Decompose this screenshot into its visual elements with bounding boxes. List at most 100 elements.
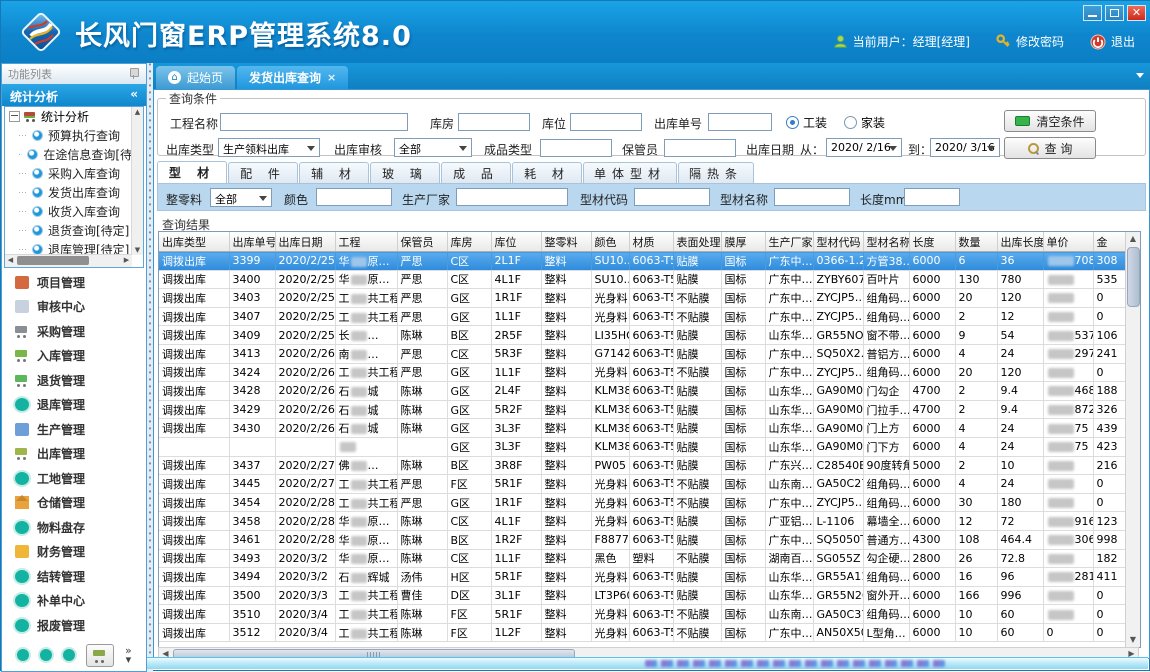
close-button[interactable] bbox=[1127, 5, 1146, 21]
column-header[interactable]: 库位 bbox=[491, 232, 541, 252]
table-row[interactable]: 调拨出库34002020/2/25华原…严思C区4L1F整料SU10…6063-… bbox=[159, 270, 1125, 289]
material-tab-隔热条[interactable]: 隔热条 bbox=[678, 162, 754, 183]
column-header[interactable]: 数量 bbox=[955, 232, 997, 252]
column-header[interactable]: 出库单号 bbox=[229, 232, 275, 252]
column-header[interactable]: 工程 bbox=[335, 232, 397, 252]
table-row[interactable]: 调拨出库34302020/2/26石城陈琳G区3L3F整料KLM38176063… bbox=[159, 419, 1125, 438]
radio-gongzhuang[interactable]: 工装 bbox=[786, 114, 827, 131]
material-tab-耗材[interactable]: 耗 材 bbox=[512, 162, 582, 183]
statistics-section-header[interactable]: 统计分析 « bbox=[2, 84, 146, 106]
sidebar-item-退货管理[interactable]: 退货管理 bbox=[3, 368, 145, 393]
warehouse-input[interactable] bbox=[458, 113, 530, 131]
radio-jiazhuang[interactable]: 家装 bbox=[844, 114, 885, 131]
table-row[interactable]: 调拨出库34032020/2/25工共工程严思G区1R1F整料光身料6063-T… bbox=[159, 289, 1125, 308]
footer-dot-icon[interactable] bbox=[63, 649, 75, 661]
column-header[interactable]: 库房 bbox=[447, 232, 491, 252]
collapse-icon[interactable]: « bbox=[130, 87, 138, 101]
table-row[interactable]: 调拨出库34292020/2/26石城陈琳G区5R2F整料KLM38176063… bbox=[159, 400, 1125, 419]
footer-cart-button[interactable] bbox=[86, 644, 114, 667]
sidebar-item-工地管理[interactable]: 工地管理 bbox=[3, 466, 145, 491]
date-to-select[interactable]: 2020/ 3/16 bbox=[930, 138, 1000, 157]
tree-item[interactable]: 在途信息查询[待 bbox=[5, 145, 132, 164]
table-row[interactable]: 调拨出库34942020/3/2石辉城汤伟H区5R1F整料光身料6063-T5贴… bbox=[159, 568, 1125, 587]
sidebar-item-报废管理[interactable]: 报废管理 bbox=[3, 613, 145, 638]
scroll-up-icon[interactable]: ▲ bbox=[132, 107, 143, 117]
whole-part-select[interactable]: 全部 bbox=[210, 188, 272, 207]
sidebar-item-生产管理[interactable]: 生产管理 bbox=[3, 417, 145, 442]
keeper-input[interactable] bbox=[664, 139, 736, 157]
table-row[interactable]: G区3L3F整料KLM38176063-T5贴膜国标山东华…GA90M09.门下… bbox=[159, 437, 1125, 456]
sidebar-item-退库管理[interactable]: 退库管理 bbox=[3, 393, 145, 418]
table-row[interactable]: 调拨出库34132020/2/26南…严思C区5R3F整料G714226063-… bbox=[159, 344, 1125, 363]
logout-button[interactable]: 退出 bbox=[1090, 33, 1135, 50]
clear-conditions-button[interactable]: 清空条件 bbox=[1004, 110, 1096, 132]
table-row[interactable]: 调拨出库34452020/2/27工共工程严思F区5R1F整料光身料6063-T… bbox=[159, 475, 1125, 494]
table-row[interactable]: 调拨出库33992020/2/25华原…严思C区2L1F整料SU10…6063-… bbox=[159, 252, 1125, 271]
tree-item[interactable]: 采购入库查询 bbox=[5, 164, 132, 183]
table-row[interactable]: 调拨出库34582020/2/28华原…陈琳C区4L1F整料光身料6063-T5… bbox=[159, 512, 1125, 531]
sidebar-item-财务管理[interactable]: 财务管理 bbox=[3, 540, 145, 565]
date-from-select[interactable]: 2020/ 2/16 bbox=[826, 138, 902, 157]
material-tab-玻璃[interactable]: 玻 璃 bbox=[370, 162, 440, 183]
product-type-input[interactable] bbox=[540, 139, 612, 157]
sidebar-item-仓储管理[interactable]: 仓储管理 bbox=[3, 491, 145, 516]
color-input[interactable] bbox=[316, 188, 392, 206]
table-row[interactable]: 调拨出库34092020/2/25长…陈琳B区2R5F整料LI35HO6063-… bbox=[159, 326, 1125, 345]
scroll-down-icon[interactable]: ▼ bbox=[1126, 633, 1140, 647]
table-row[interactable]: 调拨出库34242020/2/26工共工程严思G区1L1F整料光身料6063-T… bbox=[159, 363, 1125, 382]
sidebar-item-物料盘存[interactable]: 物料盘存 bbox=[3, 515, 145, 540]
profile-name-input[interactable] bbox=[774, 188, 850, 206]
table-row[interactable]: 调拨出库35002020/3/3工共工程曹佳D区3L1F整料LT3P606063… bbox=[159, 586, 1125, 605]
factory-input[interactable] bbox=[456, 188, 568, 206]
scroll-down-icon[interactable]: ▼ bbox=[132, 245, 143, 255]
tree-item[interactable]: 发货出库查询 bbox=[5, 183, 132, 202]
column-header[interactable]: 金 bbox=[1093, 232, 1125, 252]
sidebar-item-结转管理[interactable]: 结转管理 bbox=[3, 564, 145, 589]
table-row[interactable]: 调拨出库34072020/2/25工共工程严思G区1L1F整料光身料6063-T… bbox=[159, 307, 1125, 326]
length-input[interactable] bbox=[904, 188, 960, 206]
table-row[interactable]: 调拨出库34372020/2/27佛…陈琳B区3R8F整料PW056063-T5… bbox=[159, 456, 1125, 475]
footer-more-button[interactable]: »▾ bbox=[125, 646, 132, 664]
column-header[interactable]: 出库长度 bbox=[997, 232, 1043, 252]
tree-item[interactable]: 收货入库查询 bbox=[5, 202, 132, 221]
column-header[interactable]: 颜色 bbox=[591, 232, 629, 252]
sidebar-item-出库管理[interactable]: 出库管理 bbox=[3, 442, 145, 467]
tree-vertical-scrollbar[interactable]: ▲ ▼ bbox=[131, 107, 143, 255]
table-row[interactable]: 调拨出库35122020/3/4工共工程陈琳F区1L2F整料光身料6063-T5… bbox=[159, 623, 1125, 642]
material-tab-辅材[interactable]: 辅 材 bbox=[299, 162, 369, 183]
material-tab-单体型材[interactable]: 单体型材 bbox=[583, 162, 677, 183]
audit-select[interactable]: 全部 bbox=[394, 138, 472, 157]
column-header[interactable]: 长度 bbox=[909, 232, 955, 252]
sidebar-item-审核中心[interactable]: 审核中心 bbox=[3, 295, 145, 320]
pin-icon[interactable] bbox=[130, 68, 139, 77]
column-header[interactable]: 单价 bbox=[1043, 232, 1093, 252]
grid-vertical-scrollbar[interactable]: ▲ ▼ bbox=[1125, 232, 1140, 647]
scrollbar-thumb[interactable] bbox=[17, 256, 89, 265]
tree-item[interactable]: 退库管理[待定] bbox=[5, 240, 132, 255]
table-row[interactable]: 调拨出库34612020/2/28华原…陈琳B区1R2F整料F8877FT606… bbox=[159, 530, 1125, 549]
column-header[interactable]: 膜厚 bbox=[721, 232, 765, 252]
tab-list-caret-icon[interactable] bbox=[1136, 73, 1144, 78]
column-header[interactable]: 型材名称 bbox=[863, 232, 909, 252]
change-password-button[interactable]: 修改密码 bbox=[996, 33, 1064, 50]
scroll-up-icon[interactable]: ▲ bbox=[1126, 232, 1140, 246]
sidebar-item-项目管理[interactable]: 项目管理 bbox=[3, 270, 145, 295]
tree-item[interactable]: 退货查询[待定] bbox=[5, 221, 132, 240]
material-tab-配件[interactable]: 配 件 bbox=[228, 162, 298, 183]
column-header[interactable]: 整零料 bbox=[541, 232, 591, 252]
location-input[interactable] bbox=[570, 113, 642, 131]
scrollbar-thumb[interactable] bbox=[1127, 247, 1140, 307]
sidebar-item-采购管理[interactable]: 采购管理 bbox=[3, 319, 145, 344]
close-tab-icon[interactable]: × bbox=[327, 71, 336, 84]
table-row[interactable]: 调拨出库35102020/3/4工共工程陈琳F区5R1F整料光身料6063-T5… bbox=[159, 605, 1125, 624]
table-row[interactable]: 调拨出库34282020/2/26石城陈琳G区2L4F整料KLM38176063… bbox=[159, 382, 1125, 401]
table-row[interactable]: 调拨出库34542020/2/28工共工程严思G区1R1F整料光身料6063-T… bbox=[159, 493, 1125, 512]
column-header[interactable]: 表面处理 bbox=[673, 232, 721, 252]
material-tab-型材[interactable]: 型 材 bbox=[157, 161, 227, 183]
profile-code-input[interactable] bbox=[634, 188, 710, 206]
column-header[interactable]: 生产厂家 bbox=[765, 232, 813, 252]
tab-shipping-out-query[interactable]: 发货出库查询× bbox=[237, 66, 348, 89]
order-no-input[interactable] bbox=[708, 113, 772, 131]
tree-expander-icon[interactable] bbox=[9, 111, 20, 122]
minimize-button[interactable] bbox=[1083, 5, 1102, 21]
